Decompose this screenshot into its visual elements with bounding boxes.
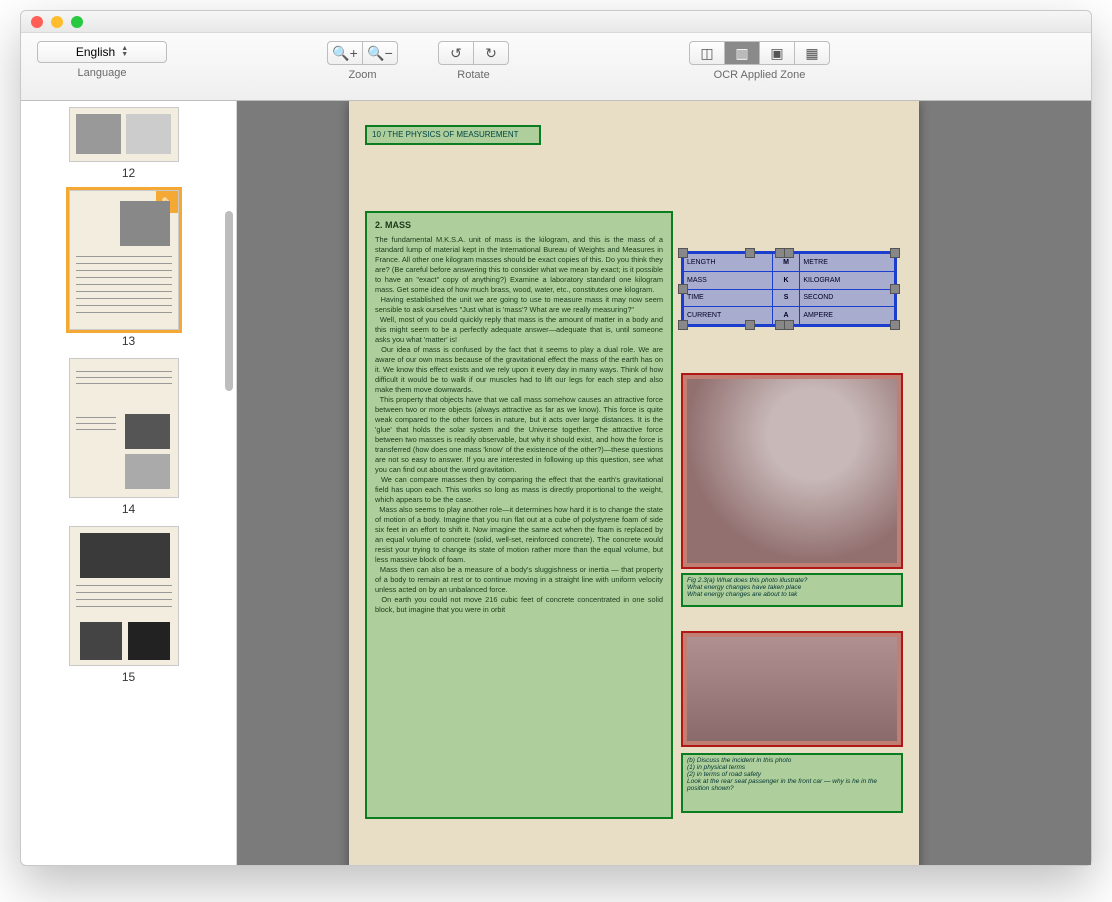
rotate-label: Rotate [457,69,489,81]
resize-handle[interactable] [784,320,794,330]
thumbnail-number: 14 [69,502,189,516]
thumbnail-12[interactable]: 12 [69,107,189,180]
ocr-zone-tool-2[interactable]: ▥ [724,41,760,65]
thumbnail-sidebar[interactable]: 12 ✎ 13 14 [21,101,237,865]
ocr-zone-tool-1[interactable]: ◫ [689,41,725,65]
resize-handle[interactable] [678,248,688,258]
sidebar-scrollbar[interactable] [225,211,233,391]
toolbar: English ▲▼ Language 🔍+ 🔍− Zoom ↺ ↻ Rotat… [21,33,1091,101]
page-viewer[interactable]: 10 / THE PHYSICS OF MEASUREMENT 2. MASS … [237,101,1091,865]
zoom-in-button[interactable]: 🔍+ [327,41,363,65]
thumbnail-14[interactable]: 14 [69,358,189,516]
ocr-zone-caption-2[interactable]: (b) Discuss the incident in this photo (… [681,753,903,813]
rotate-left-button[interactable]: ↺ [438,41,474,65]
overlap-icon: ◫ [700,45,713,62]
column-icon: ▥ [735,45,748,62]
resize-handle[interactable] [890,248,900,258]
language-label: Language [78,67,127,79]
ocr-zone-body-text[interactable]: 2. MASS The fundamental M.K.S.A. unit of… [365,211,673,819]
image-zone-icon: ▣ [770,45,783,62]
zoom-out-button[interactable]: 🔍− [362,41,398,65]
titlebar [21,11,1091,33]
section-heading: 2. MASS [375,219,663,231]
rotate-left-icon: ↺ [450,45,462,62]
language-selected: English [76,45,115,59]
rotate-right-button[interactable]: ↻ [473,41,509,65]
thumbnail-number: 15 [69,670,189,684]
resize-handle[interactable] [784,248,794,258]
table-zone-icon: ▦ [805,45,818,62]
chevron-up-down-icon: ▲▼ [121,46,128,58]
zoom-label: Zoom [348,69,376,81]
ocr-zone-header[interactable]: 10 / THE PHYSICS OF MEASUREMENT [365,125,541,145]
ocr-zone-image-2[interactable] [681,631,903,747]
ocr-zone-image-1[interactable] [681,373,903,569]
column-handle[interactable] [745,248,755,258]
ocr-zone-tool-4[interactable]: ▦ [794,41,830,65]
ocr-zone-caption-1[interactable]: Fig 2.3(a) What does this photo illustra… [681,573,903,607]
zoom-window-button[interactable] [71,16,83,28]
column-handle[interactable] [775,320,785,330]
resize-handle[interactable] [678,284,688,294]
document-page: 10 / THE PHYSICS OF MEASUREMENT 2. MASS … [349,101,919,865]
resize-handle[interactable] [678,320,688,330]
zoom-out-icon: 🔍− [367,45,393,62]
mksa-table: LENGTHMMETRE MASSKKILOGRAM TIMESSECOND C… [683,253,895,325]
resize-handle[interactable] [890,284,900,294]
column-handle[interactable] [745,320,755,330]
body-text: The fundamental M.K.S.A. unit of mass is… [375,235,663,614]
thumbnail-15[interactable]: 15 [69,526,189,684]
ocr-zone-label: OCR Applied Zone [714,69,806,81]
ocr-zone-tool-3[interactable]: ▣ [759,41,795,65]
thumbnail-13[interactable]: ✎ 13 [69,190,189,348]
thumbnail-number: 13 [69,334,189,348]
resize-handle[interactable] [890,320,900,330]
column-handle[interactable] [775,248,785,258]
close-window-button[interactable] [31,16,43,28]
rotate-right-icon: ↻ [485,45,497,62]
zoom-in-icon: 🔍+ [332,45,358,62]
minimize-window-button[interactable] [51,16,63,28]
language-select[interactable]: English ▲▼ [37,41,167,63]
thumbnail-number: 12 [69,166,189,180]
ocr-zone-table[interactable]: LENGTHMMETRE MASSKKILOGRAM TIMESSECOND C… [681,251,897,327]
